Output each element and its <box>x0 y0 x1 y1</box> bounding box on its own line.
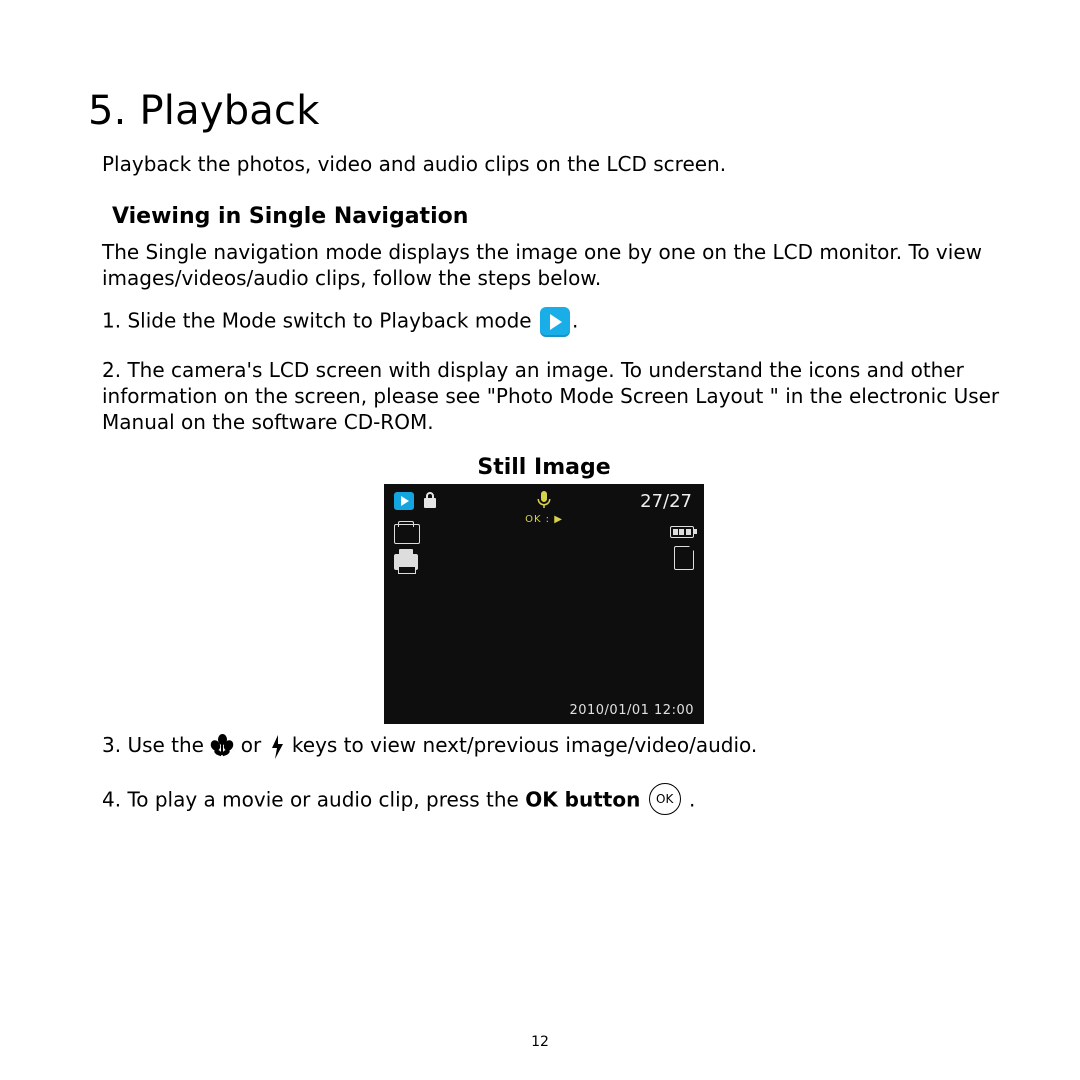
step-4: 4. To play a movie or audio clip, press … <box>102 785 1000 817</box>
flash-bolt-icon <box>270 735 284 759</box>
step-3: 3. Use the or keys to view next/previous… <box>102 732 1000 759</box>
lcd-timestamp: 2010/01/01 12:00 <box>569 703 694 718</box>
section-intro: The Single navigation mode displays the … <box>102 239 1000 291</box>
page-number: 12 <box>0 1034 1080 1050</box>
lcd-image-counter: 27/27 <box>640 491 692 512</box>
still-image-heading: Still Image <box>88 455 1000 480</box>
manual-page: 5. Playback Playback the photos, video a… <box>0 0 1080 1080</box>
lock-icon <box>422 491 438 514</box>
section-title: Viewing in Single Navigation <box>112 204 1000 229</box>
step-1-text-pre: 1. Slide the Mode switch to Playback mod… <box>102 309 538 333</box>
step-3-text-pre: 3. Use the <box>102 733 210 757</box>
playback-mode-icon <box>540 307 570 337</box>
lcd-figure: OK : ▶ 27/27 2010/01/01 12:00 <box>88 484 1000 724</box>
microphone-icon <box>537 491 551 514</box>
lcd-ok-hint: OK : ▶ <box>525 514 563 525</box>
step-3-text-mid: or <box>241 733 268 757</box>
step-1: 1. Slide the Mode switch to Playback mod… <box>102 307 1000 337</box>
step-1-text-post: . <box>572 309 578 333</box>
step-4-text-post: . <box>683 787 696 811</box>
lcd-screen: OK : ▶ 27/27 2010/01/01 12:00 <box>384 484 704 724</box>
playback-icon <box>394 492 414 510</box>
step-3-text-post: keys to view next/previous image/video/a… <box>292 733 757 757</box>
chapter-title: 5. Playback <box>88 88 1000 134</box>
ok-button-icon: OK <box>649 783 681 815</box>
battery-icon <box>670 526 694 538</box>
step-4-text-pre: 4. To play a movie or audio clip, press … <box>102 787 525 811</box>
macro-flower-icon <box>212 736 232 758</box>
printer-icon <box>394 554 418 570</box>
chapter-intro: Playback the photos, video and audio cli… <box>102 152 1000 176</box>
step-2: 2. The camera's LCD screen with display … <box>102 357 1000 435</box>
ok-button-label-text: OK button <box>525 787 640 811</box>
memory-card-icon <box>674 546 694 570</box>
dpof-icon <box>394 524 420 544</box>
